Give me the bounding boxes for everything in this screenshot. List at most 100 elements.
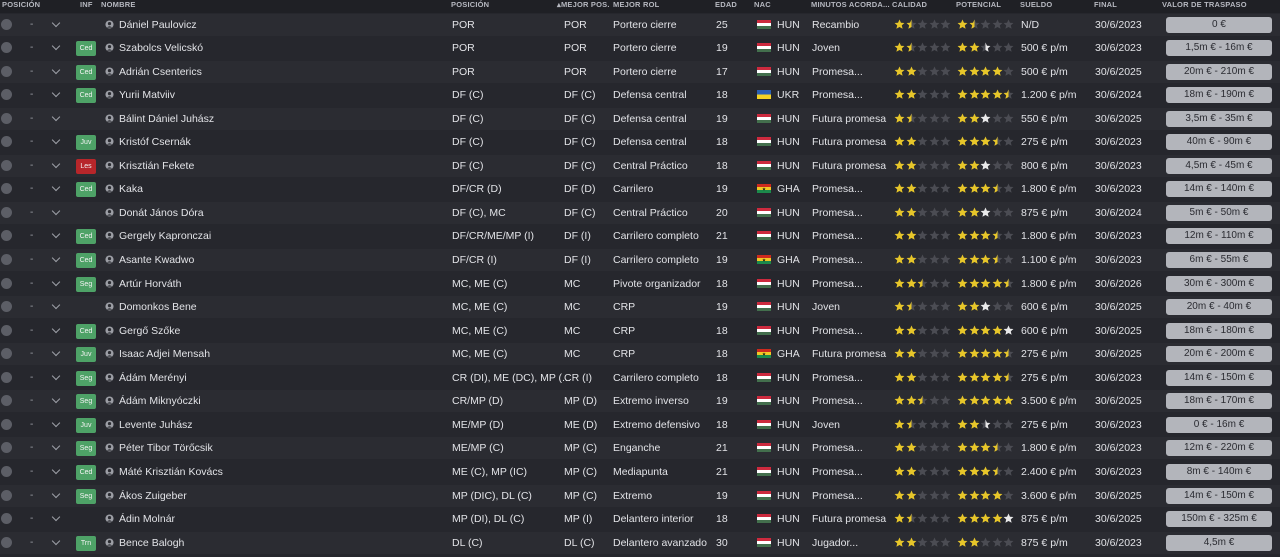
chevron-down-icon[interactable] (51, 442, 61, 451)
transfer-value-box[interactable]: 1,5m € - 16m € (1166, 40, 1272, 57)
position-marker[interactable]: - (30, 532, 33, 553)
table-row[interactable]: - Ced Yurii Matviiv DF (C) DF (C) Defensa cen… (0, 84, 1280, 107)
position-marker[interactable]: - (30, 273, 33, 294)
transfer-value-box[interactable]: 40m € - 90m € (1166, 134, 1272, 151)
status-badge[interactable]: Trn (76, 535, 96, 551)
chevron-down-icon[interactable] (51, 65, 61, 74)
table-row[interactable]: - Ced Kaka DF/CR (D) DF (D) Carrilero 19 GHA Pro… (0, 178, 1280, 201)
position-marker[interactable]: - (30, 367, 33, 388)
player-name-link[interactable]: Bálint Dániel Juhász (119, 108, 214, 130)
table-row[interactable]: - Les Krisztián Fekete DF (C) DF (C) Central … (0, 154, 1280, 177)
chevron-down-icon[interactable] (51, 347, 61, 357)
table-row[interactable]: - Ádin Molnár MP (DI), DL (C) MP (I) Delante… (0, 508, 1280, 531)
status-badge[interactable]: Ced (76, 41, 96, 57)
table-row[interactable]: - Seg Artúr Horváth MC, ME (C) MC Pivote orga… (0, 272, 1280, 295)
position-marker[interactable]: - (30, 320, 33, 341)
transfer-value-box[interactable]: 20m € - 210m € (1166, 63, 1272, 80)
chevron-down-icon[interactable] (51, 183, 61, 192)
chevron-down-icon[interactable] (51, 536, 61, 545)
status-badge[interactable]: Ced (76, 182, 96, 198)
select-checkbox[interactable] (1, 442, 12, 454)
table-row[interactable]: - Ced Szabolcs Velicskó POR POR Portero cierr… (0, 37, 1280, 60)
select-checkbox[interactable] (1, 324, 12, 336)
transfer-value-box[interactable]: 150m € - 325m € (1166, 511, 1272, 528)
position-marker[interactable]: - (30, 84, 33, 105)
select-checkbox[interactable] (1, 371, 12, 383)
select-checkbox[interactable] (1, 206, 12, 218)
player-name-link[interactable]: Ákos Zuigeber (119, 485, 187, 507)
col-header-final[interactable]: FINAL (1094, 0, 1117, 9)
chevron-down-icon[interactable] (51, 277, 61, 286)
table-row[interactable]: - Seg Ádám Merényi CR (DI), ME (DC), MP (..… (0, 366, 1280, 389)
player-name-link[interactable]: Szabolcs Velicskó (119, 37, 203, 59)
chevron-down-icon[interactable] (51, 253, 61, 263)
position-marker[interactable]: - (30, 202, 33, 223)
table-row[interactable]: - Juv Isaac Adjei Mensah MC, ME (C) MC CRP 18 G… (0, 343, 1280, 366)
player-name-link[interactable]: Ádám Merényi (119, 367, 187, 389)
select-checkbox[interactable] (1, 536, 12, 548)
chevron-down-icon[interactable] (51, 136, 61, 145)
col-header-mejor-rol[interactable]: MEJOR ROL (613, 0, 659, 9)
col-header-valor[interactable]: VALOR DE TRASPASO (1162, 0, 1247, 9)
select-checkbox[interactable] (1, 465, 12, 477)
position-marker[interactable]: - (30, 131, 33, 152)
select-checkbox[interactable] (1, 230, 12, 242)
position-marker[interactable]: - (30, 61, 33, 82)
transfer-value-box[interactable]: 5m € - 50m € (1166, 204, 1272, 221)
chevron-down-icon[interactable] (51, 512, 61, 522)
player-name-link[interactable]: Yurii Matviiv (119, 84, 175, 106)
table-row[interactable]: - Juv Levente Juhász ME/MP (D) ME (D) Extremo… (0, 413, 1280, 436)
transfer-value-box[interactable]: 12m € - 220m € (1166, 440, 1272, 457)
col-header-minutos[interactable]: MINUTOS ACORDA... (811, 0, 890, 9)
status-badge[interactable]: Ced (76, 323, 96, 339)
status-badge[interactable]: Les (76, 158, 96, 174)
position-marker[interactable]: - (30, 249, 33, 270)
chevron-down-icon[interactable] (51, 88, 61, 98)
chevron-down-icon[interactable] (51, 18, 61, 27)
col-header-edad[interactable]: EDAD (715, 0, 737, 9)
chevron-down-icon[interactable] (51, 159, 61, 169)
player-name-link[interactable]: Donát János Dóra (119, 202, 204, 224)
chevron-down-icon[interactable] (51, 489, 61, 498)
transfer-value-box[interactable]: 18m € - 180m € (1166, 322, 1272, 339)
player-name-link[interactable]: Adrián Csenterics (119, 61, 202, 83)
transfer-value-box[interactable]: 18m € - 170m € (1166, 393, 1272, 410)
transfer-value-box[interactable]: 4,5m € (1166, 534, 1272, 551)
col-header-mejor-pos[interactable]: ▴MEJOR POS. (557, 0, 610, 9)
transfer-value-box[interactable]: 14m € - 150m € (1166, 487, 1272, 504)
select-checkbox[interactable] (1, 183, 12, 195)
position-marker[interactable]: - (30, 37, 33, 58)
table-row[interactable]: - Bálint Dániel Juhász DF (C) DF (C) Defensa… (0, 107, 1280, 130)
chevron-down-icon[interactable] (51, 230, 61, 239)
col-header-posicion[interactable]: POSICIÓN (451, 0, 489, 9)
select-checkbox[interactable] (1, 489, 12, 501)
select-checkbox[interactable] (1, 89, 12, 101)
select-checkbox[interactable] (1, 301, 12, 313)
status-badge[interactable]: Ced (76, 64, 96, 80)
player-name-link[interactable]: Gergely Kapronczai (119, 225, 211, 247)
status-badge[interactable]: Juv (76, 347, 96, 363)
chevron-down-icon[interactable] (51, 395, 61, 404)
position-marker[interactable]: - (30, 296, 33, 317)
transfer-value-box[interactable]: 14m € - 150m € (1166, 369, 1272, 386)
position-marker[interactable]: - (30, 108, 33, 129)
player-name-link[interactable]: Asante Kwadwo (119, 249, 194, 271)
col-header-sueldo[interactable]: SUELDO (1020, 0, 1052, 9)
transfer-value-box[interactable]: 6m € - 55m € (1166, 252, 1272, 268)
transfer-value-box[interactable]: 14m € - 140m € (1166, 181, 1272, 198)
transfer-value-box[interactable]: 8m € - 140m € (1166, 463, 1272, 480)
select-checkbox[interactable] (1, 136, 12, 148)
transfer-value-box[interactable]: 30m € - 300m € (1166, 275, 1272, 292)
table-row[interactable]: - Ced Gergely Kapronczai DF/CR/ME/MP (I) DF … (0, 225, 1280, 248)
chevron-down-icon[interactable] (51, 206, 61, 216)
transfer-value-box[interactable]: 4,5m € - 45m € (1166, 157, 1272, 174)
col-header-potencial[interactable]: POTENCIAL (956, 0, 1001, 9)
status-badge[interactable]: Ced (76, 229, 96, 245)
chevron-down-icon[interactable] (51, 112, 61, 121)
status-badge[interactable]: Seg (76, 370, 96, 386)
transfer-value-box[interactable]: 20m € - 200m € (1166, 346, 1272, 363)
transfer-value-box[interactable]: 12m € - 110m € (1166, 228, 1272, 245)
player-name-link[interactable]: Ádin Molnár (119, 508, 175, 530)
table-row[interactable]: - Dániel Paulovicz POR POR Portero cierre 25 H… (0, 13, 1280, 36)
col-header-nombre[interactable]: NOMBRE (101, 0, 136, 9)
